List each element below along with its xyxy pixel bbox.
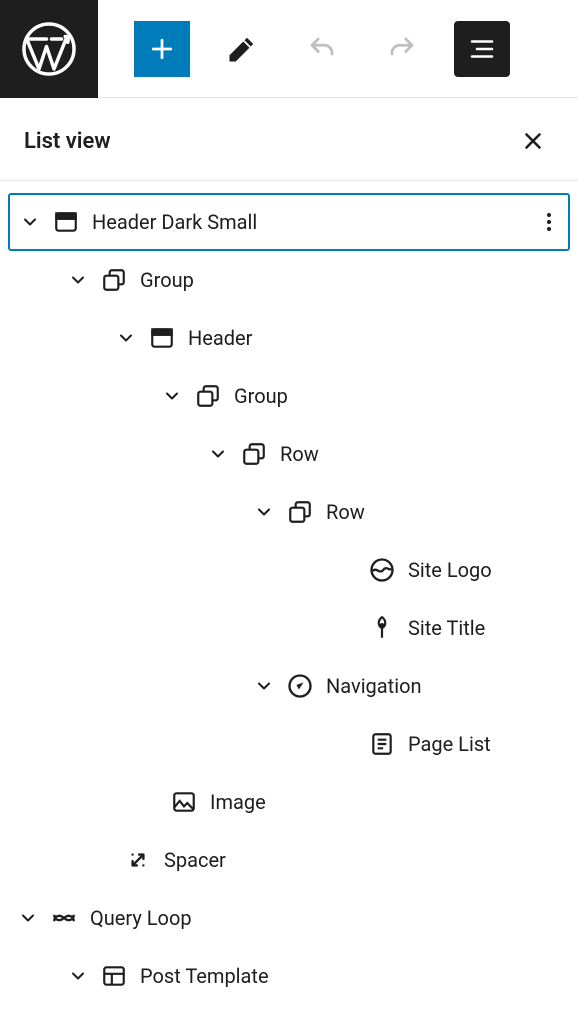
pencil-icon	[227, 34, 257, 64]
group-icon	[240, 440, 268, 468]
image-icon	[170, 788, 198, 816]
undo-button[interactable]	[294, 21, 350, 77]
redo-button[interactable]	[374, 21, 430, 77]
expand-toggle[interactable]	[160, 386, 184, 406]
expand-toggle[interactable]	[206, 444, 230, 464]
navigation-icon	[286, 672, 314, 700]
tree-node[interactable]: Site Logo	[8, 541, 570, 599]
tree-node-label: Query Loop	[90, 906, 192, 930]
tree-node-label: Group	[234, 384, 288, 408]
tree-node[interactable]: Row	[8, 425, 570, 483]
tree-node[interactable]: Page List	[8, 715, 570, 773]
tree-node-label: Post Template	[140, 964, 269, 988]
group-icon	[286, 498, 314, 526]
wordpress-logo-button[interactable]	[0, 0, 98, 98]
expand-toggle[interactable]	[66, 966, 90, 986]
queryloop-icon	[50, 904, 78, 932]
expand-toggle[interactable]	[252, 502, 276, 522]
editor-toolbar	[98, 21, 510, 77]
undo-icon	[307, 34, 337, 64]
posttemplate-icon	[100, 962, 128, 990]
edit-button[interactable]	[214, 21, 270, 77]
wordpress-icon	[19, 19, 79, 79]
tree-node-label: Row	[326, 500, 365, 524]
close-panel-button[interactable]	[516, 124, 550, 158]
tree-node-label: Page List	[408, 732, 491, 756]
editor-topbar	[0, 0, 578, 98]
tree-node-label: Row	[280, 442, 319, 466]
tree-node[interactable]: Spacer	[8, 831, 570, 889]
tree-node[interactable]: Post Template	[8, 947, 570, 1005]
list-view-toggle-button[interactable]	[454, 21, 510, 77]
block-options-button[interactable]	[538, 210, 560, 234]
panel-title: List view	[24, 129, 111, 154]
tree-node-label: Group	[140, 268, 194, 292]
tree-node[interactable]: Group	[8, 251, 570, 309]
list-view-panel-header: List view	[0, 98, 578, 181]
sitetitle-icon	[368, 614, 396, 642]
expand-toggle[interactable]	[18, 212, 42, 232]
expand-toggle[interactable]	[252, 676, 276, 696]
block-tree: Header Dark Small Group Header Group Row Row S…	[0, 181, 578, 1025]
tree-node[interactable]: Header	[8, 309, 570, 367]
close-icon	[520, 128, 546, 154]
plus-icon	[147, 34, 177, 64]
tree-node[interactable]: Image	[8, 773, 570, 831]
redo-icon	[387, 34, 417, 64]
expand-toggle[interactable]	[16, 908, 40, 928]
tree-node-label: Header	[188, 326, 252, 350]
tree-node-label: Spacer	[164, 848, 226, 872]
header-icon	[52, 208, 80, 236]
group-icon	[100, 266, 128, 294]
sitelogo-icon	[368, 556, 396, 584]
spacer-icon	[124, 846, 152, 874]
pagelist-icon	[368, 730, 396, 758]
tree-node[interactable]: Query Loop	[8, 889, 570, 947]
tree-node[interactable]: Header Dark Small	[8, 193, 570, 251]
tree-node-label: Site Logo	[408, 558, 492, 582]
tree-node[interactable]: Site Title	[8, 599, 570, 657]
header-icon	[148, 324, 176, 352]
tree-node[interactable]: Row	[8, 483, 570, 541]
tree-node-label: Navigation	[326, 674, 422, 698]
add-block-button[interactable]	[134, 21, 190, 77]
list-view-icon	[467, 34, 497, 64]
group-icon	[194, 382, 222, 410]
expand-toggle[interactable]	[114, 328, 138, 348]
tree-node-label: Site Title	[408, 616, 485, 640]
tree-node-label: Image	[210, 790, 266, 814]
expand-toggle[interactable]	[66, 270, 90, 290]
tree-node-label: Header Dark Small	[92, 210, 257, 234]
tree-node[interactable]: Group	[8, 367, 570, 425]
tree-node[interactable]: Navigation	[8, 657, 570, 715]
